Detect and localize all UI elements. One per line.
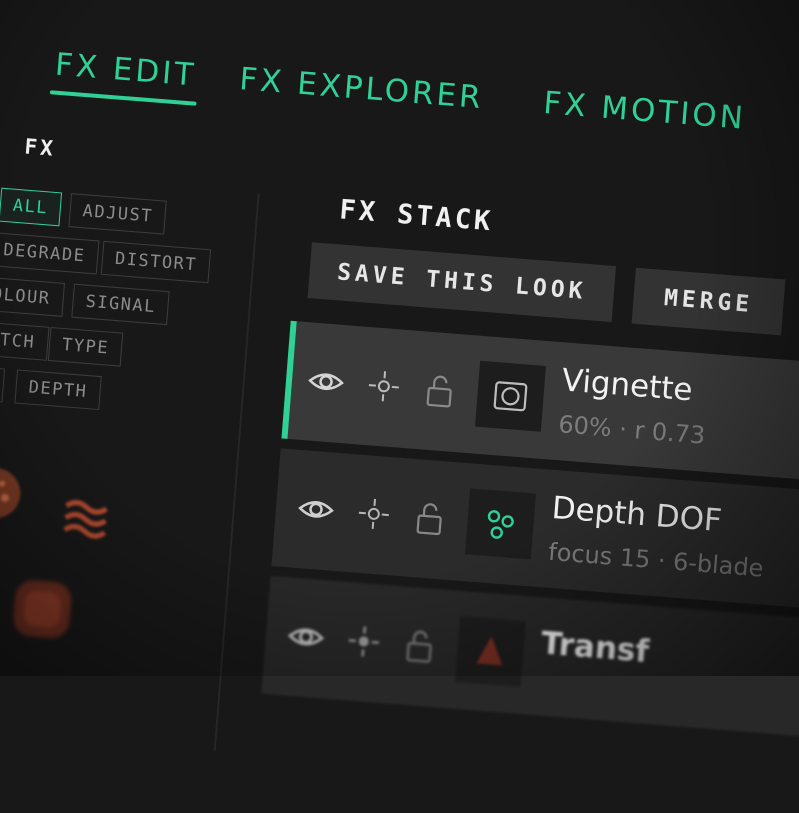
filter-signal[interactable]: SIGNAL <box>71 283 171 326</box>
fx-library-title: FX <box>23 134 57 161</box>
filter-all[interactable]: ALL <box>0 187 63 227</box>
tab-fx-motion[interactable]: FX MOTION <box>542 85 747 137</box>
transform-effect-icon <box>454 615 526 687</box>
vignette-effect-icon <box>474 360 546 432</box>
panel-divider <box>213 192 260 752</box>
eye-icon[interactable] <box>305 360 348 403</box>
fx-item-name: Transf <box>539 625 651 670</box>
fx-stack-title: FX STACK <box>338 194 495 238</box>
filter-distort[interactable]: DISTORT <box>100 240 212 284</box>
fx-item-params: focus 15 · 6-blade <box>547 537 765 583</box>
filter-colour[interactable]: OLOUR <box>0 276 65 317</box>
tab-fx-edit[interactable]: FX EDIT <box>54 47 198 94</box>
depth-dof-effect-icon <box>464 488 536 560</box>
target-icon[interactable] <box>352 492 395 535</box>
fx-item-params: 60% · r 0.73 <box>557 410 707 450</box>
filter-depth[interactable]: DEPTH <box>14 369 102 411</box>
eye-icon[interactable] <box>284 615 327 658</box>
fx-preview-degrade-icon[interactable] <box>0 461 28 526</box>
fx-item-name: Depth DOF <box>550 489 724 540</box>
filter-light[interactable]: T <box>0 365 5 403</box>
fx-preview-blob-icon[interactable] <box>8 575 77 644</box>
eye-icon[interactable] <box>295 488 338 531</box>
unlock-icon[interactable] <box>408 497 451 540</box>
merge-button[interactable]: MERGE <box>631 267 786 336</box>
filter-type[interactable]: TYPE <box>47 326 124 367</box>
target-icon[interactable] <box>342 620 385 663</box>
fx-item-name: Vignette <box>560 362 694 409</box>
save-look-button[interactable]: SAVE THIS LOOK <box>307 242 617 322</box>
fx-editor: FX EDIT FX EXPLORER FX MOTION FX ALL ADJ… <box>0 0 799 808</box>
unlock-icon[interactable] <box>398 624 441 667</box>
target-icon[interactable] <box>362 365 405 408</box>
filter-adjust[interactable]: ADJUST <box>68 193 168 235</box>
unlock-icon[interactable] <box>418 369 461 412</box>
tab-fx-explorer[interactable]: FX EXPLORER <box>238 61 485 116</box>
fx-preview-wave-icon[interactable] <box>60 494 113 544</box>
selection-indicator <box>281 320 297 439</box>
filter-glitch[interactable]: ITCH <box>0 321 50 361</box>
filter-degrade[interactable]: DEGRADE <box>0 232 100 275</box>
